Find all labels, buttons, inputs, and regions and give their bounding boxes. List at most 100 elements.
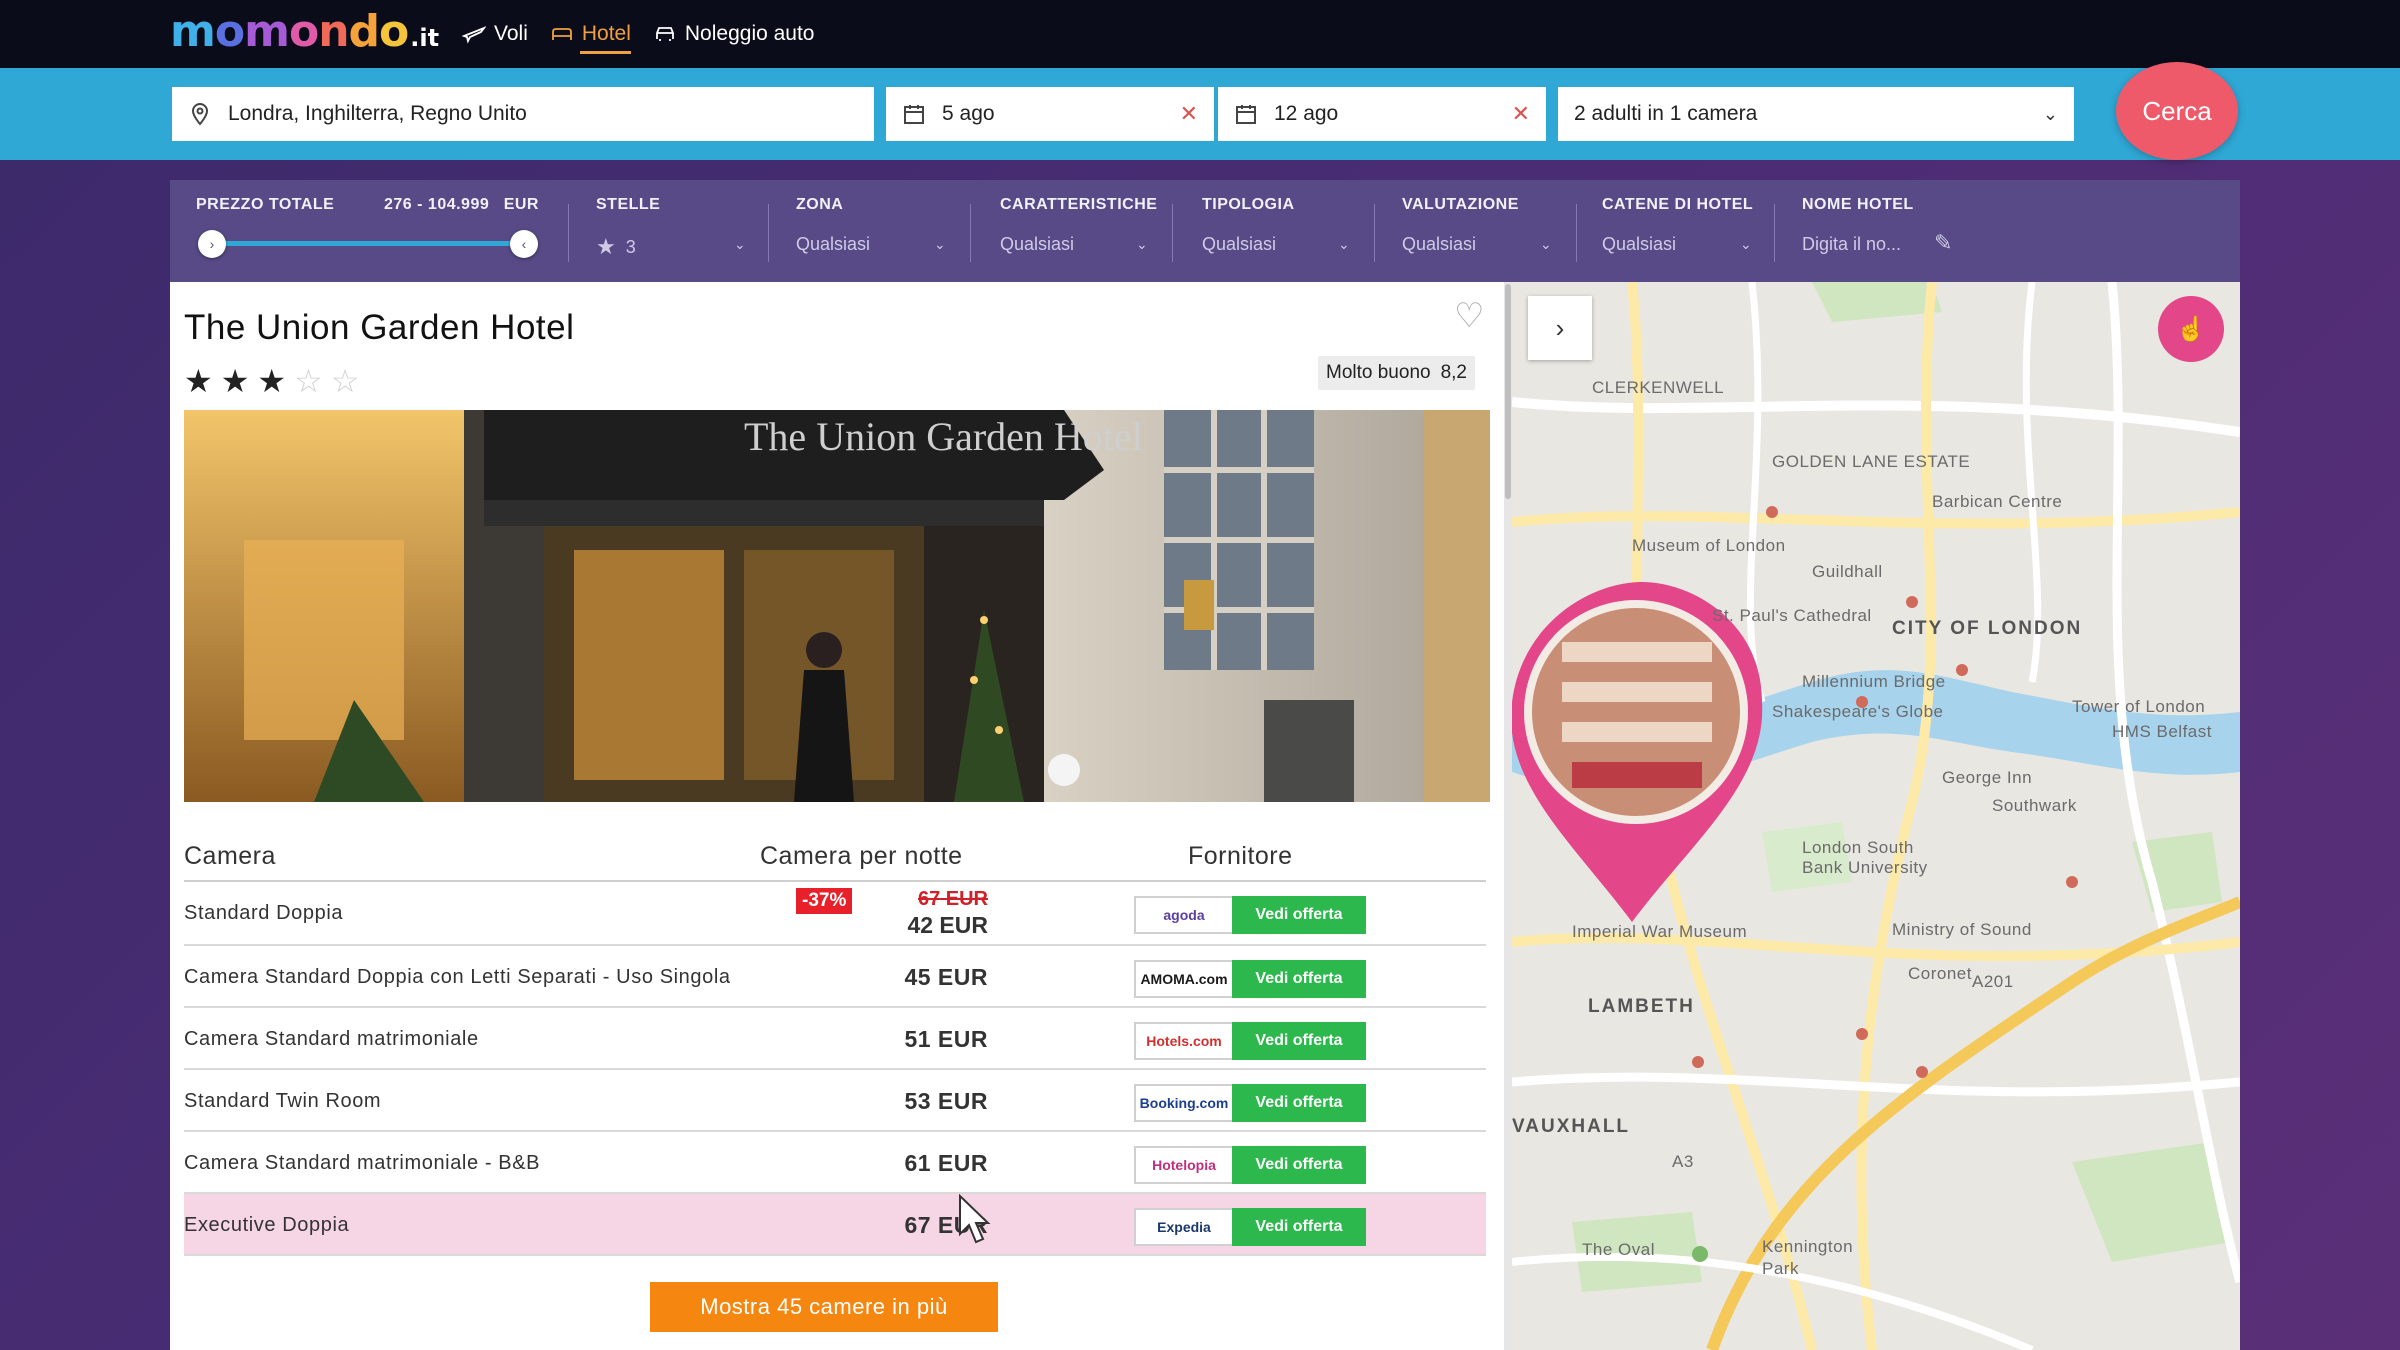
guests-select[interactable]: 2 adulti in 1 camera ⌄ [1558, 87, 2074, 141]
map-label: London South Bank University [1802, 838, 1928, 877]
star-outline-icon: ☆ [294, 363, 323, 399]
map-label: A201 [1972, 972, 2014, 991]
chevron-down-icon: ⌄ [1136, 236, 1148, 252]
provider-logo-amoma[interactable]: AMOMA.com [1134, 960, 1234, 998]
map-label: Imperial War Museum [1572, 922, 1748, 941]
map-label: St. Paul's Cathedral [1712, 606, 1872, 625]
map-label: VAUXHALL [1512, 1116, 1631, 1137]
price-currency: EUR [503, 196, 539, 213]
logo-wordmark: momondo [170, 6, 409, 57]
price-slider-max-handle[interactable]: ‹ [510, 230, 538, 258]
rating-score: 8,2 [1440, 362, 1467, 383]
filter-hotel-chains[interactable]: CATENE DI HOTEL Qualsiasi [1602, 196, 1753, 255]
mouse-cursor-icon [959, 1194, 991, 1244]
search-button[interactable]: Cerca [2116, 62, 2238, 160]
nav-tab-hotel[interactable]: Hotel [550, 0, 631, 68]
provider-logo-hotelopia[interactable]: Hotelopia [1134, 1146, 1234, 1184]
hand-pointer-icon: ☝ [2176, 315, 2206, 343]
room-name: Executive Doppia [184, 1214, 350, 1236]
view-offer-button[interactable]: Vedi offerta [1232, 1208, 1366, 1246]
nav-tab-car-rental[interactable]: Noleggio auto [653, 0, 815, 68]
filter-rating-label: VALUTAZIONE [1402, 196, 1519, 213]
filter-stars-label: STELLE [596, 196, 661, 213]
star-icon: ★ [257, 363, 287, 399]
destination-field[interactable]: Londra, Inghilterra, Regno Unito [172, 87, 874, 141]
price-slider-track[interactable] [210, 241, 520, 246]
map-label: Barbican Centre [1932, 492, 2063, 511]
expand-map-button[interactable]: › [1528, 296, 1592, 360]
filter-hotel-name[interactable]: NOME HOTEL Digita il no... [1802, 196, 1914, 255]
clear-checkin-icon[interactable]: ✕ [1180, 101, 1198, 127]
price-range-value: 276 - 104.999 [384, 196, 490, 213]
map-label: HMS Belfast [2112, 722, 2212, 741]
filter-rating[interactable]: VALUTAZIONE Qualsiasi [1402, 196, 1519, 255]
hotel-photo[interactable]: The Union Garden Hotel [184, 410, 1490, 802]
map-label: Southwark [1992, 796, 2077, 815]
filter-type[interactable]: TIPOLOGIA Qualsiasi [1202, 196, 1295, 255]
room-price: 42 EUR [907, 912, 988, 938]
guests-value: 2 adulti in 1 camera [1574, 102, 1758, 125]
map-label: The Oval [1582, 1240, 1655, 1259]
provider-logo-agoda[interactable]: agoda [1134, 896, 1234, 934]
map-label: Tower of London [2072, 697, 2206, 716]
card-scrollbar[interactable] [1504, 282, 1512, 1350]
filter-divider [768, 204, 769, 262]
filter-zone-value: Qualsiasi [796, 234, 871, 254]
momondo-logo[interactable]: momondo .it [170, 6, 439, 62]
checkin-value: 5 ago [942, 102, 995, 125]
filter-chains-value: Qualsiasi [1602, 234, 1677, 254]
nav-tab-label: Voli [494, 22, 528, 45]
favorite-heart-icon[interactable]: ♡ [1454, 296, 1484, 336]
view-offer-button[interactable]: Vedi offerta [1232, 1146, 1366, 1184]
hotel-name-input[interactable]: Digita il no... [1802, 234, 1914, 255]
filter-features[interactable]: CARATTERISTICHE Qualsiasi [1000, 196, 1157, 255]
nav-tab-label: Hotel [581, 22, 631, 45]
hotel-name[interactable]: The Union Garden Hotel [184, 308, 574, 348]
map-label: CITY OF LONDON [1892, 618, 2083, 639]
filter-bar: PREZZO TOTALE 276 - 104.999 EUR › ‹ STEL… [170, 180, 2240, 282]
star-icon: ★ [596, 234, 616, 259]
nav-tab-flights[interactable]: Voli [462, 0, 528, 68]
view-offer-button[interactable]: Vedi offerta [1232, 960, 1366, 998]
clear-checkout-icon[interactable]: ✕ [1512, 101, 1530, 127]
filter-stars[interactable]: STELLE ★ 3 [596, 196, 660, 260]
provider-logo-hotels-com[interactable]: Hotels.com [1134, 1022, 1234, 1060]
room-row: Standard Twin Room 53 EUR Booking.com Ve… [184, 1070, 1486, 1132]
nav-tabs: Voli Hotel Noleggio auto [462, 0, 815, 68]
provider-name: Expedia [1157, 1219, 1211, 1235]
view-offer-button[interactable]: Vedi offerta [1232, 896, 1366, 934]
room-row: Camera Standard matrimoniale 51 EUR Hote… [184, 1008, 1486, 1070]
map-label: CLERKENWELL [1592, 378, 1725, 397]
map-label: Millennium Bridge [1802, 672, 1946, 691]
car-icon [655, 27, 674, 41]
room-row-highlighted: Executive Doppia 67 EUR Expedia Vedi off… [184, 1194, 1486, 1256]
hotel-photo-image: The Union Garden Hotel [184, 410, 1490, 802]
view-offer-button[interactable]: Vedi offerta [1232, 1022, 1366, 1060]
checkout-field[interactable]: 12 ago ✕ [1218, 87, 1546, 141]
provider-logo-booking[interactable]: Booking.com [1134, 1084, 1234, 1122]
filter-zone[interactable]: ZONA Qualsiasi [796, 196, 870, 255]
room-name: Camera Standard matrimoniale - B&B [184, 1152, 541, 1174]
filter-divider [1774, 204, 1775, 262]
view-offer-button[interactable]: Vedi offerta [1232, 1084, 1366, 1122]
filter-rating-value: Qualsiasi [1402, 234, 1477, 254]
map-label: Kennington Park [1762, 1237, 1854, 1278]
map-panel[interactable]: CLERKENWELL GOLDEN LANE ESTATE Barbican … [1512, 282, 2240, 1350]
show-more-rooms-button[interactable]: Mostra 45 camere in più [650, 1282, 998, 1332]
hotel-card: The Union Garden Hotel ★ ★ ★ ☆ ☆ ♡ Molto… [170, 282, 1512, 1350]
provider-logo-expedia[interactable]: Expedia [1134, 1208, 1234, 1246]
map-label: George Inn [1942, 768, 2033, 787]
filter-price: PREZZO TOTALE [196, 196, 334, 214]
provider-name: agoda [1163, 907, 1205, 923]
map-label: Coronet [1908, 964, 1972, 983]
room-row: Camera Standard matrimoniale - B&B 61 EU… [184, 1132, 1486, 1194]
checkin-field[interactable]: 5 ago ✕ [886, 87, 1214, 141]
column-header-room: Camera [184, 842, 276, 870]
price-slider-min-handle[interactable]: › [198, 230, 226, 258]
map-location-button[interactable]: ☝ [2158, 296, 2224, 362]
calendar-icon [904, 105, 924, 124]
chevron-down-icon: ⌄ [2042, 103, 2058, 124]
search-bar: Londra, Inghilterra, Regno Unito 5 ago ✕… [0, 68, 2400, 160]
scrollbar-thumb[interactable] [1505, 284, 1511, 499]
map-label: LAMBETH [1588, 996, 1695, 1017]
